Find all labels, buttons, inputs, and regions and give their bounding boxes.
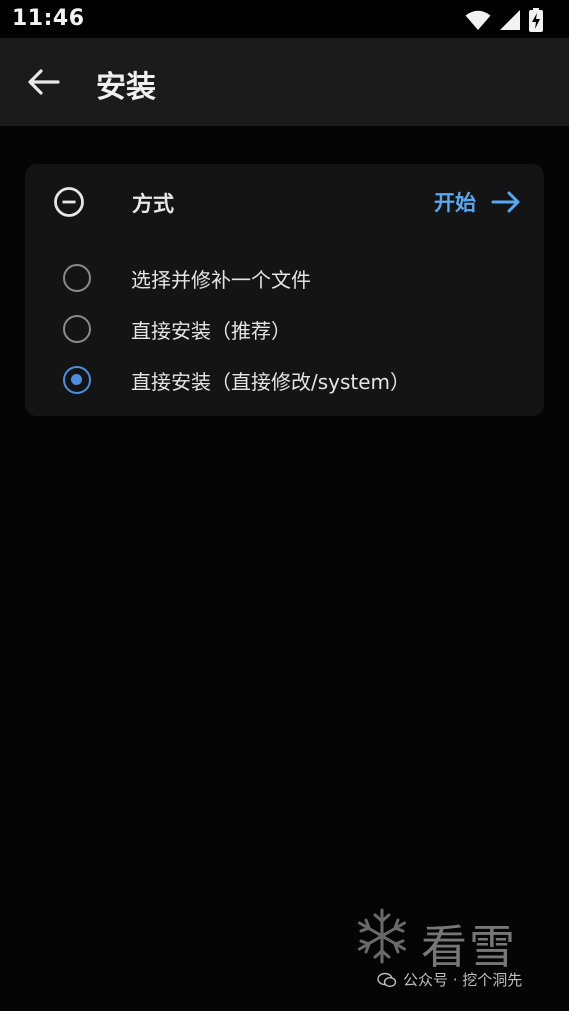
- watermark-caption-row: 公众号 · 挖个洞先: [377, 969, 522, 990]
- wifi-icon: [465, 10, 491, 30]
- status-icons: [465, 8, 543, 32]
- back-button[interactable]: [24, 64, 64, 100]
- option-direct-install-system[interactable]: 直接安装（直接修改/system）: [63, 360, 523, 400]
- snowflake-icon: [358, 908, 406, 964]
- app-bar: 安装: [0, 38, 569, 126]
- option-label: 直接安装（推荐）: [131, 318, 291, 343]
- install-method-card: 方式 开始 选择并修补一个文件 直接安装（推荐） 直接安装（直接修改/syste…: [25, 164, 544, 416]
- option-patch-file[interactable]: 选择并修补一个文件: [63, 258, 523, 298]
- signal-icon: [500, 10, 520, 30]
- status-bar: 11:46: [0, 0, 569, 38]
- arrow-left-icon: [28, 69, 60, 95]
- start-label: 开始: [434, 191, 476, 215]
- arrow-right-icon: [491, 191, 520, 213]
- status-time: 11:46: [12, 6, 85, 31]
- page-title: 安装: [96, 70, 156, 105]
- radio-button[interactable]: [63, 315, 91, 343]
- minus-circle-icon: [54, 187, 84, 217]
- radio-button-selected[interactable]: [63, 366, 91, 394]
- option-label: 选择并修补一个文件: [131, 267, 311, 292]
- watermark-caption: 公众号 · 挖个洞先: [403, 971, 523, 989]
- option-direct-install[interactable]: 直接安装（推荐）: [63, 309, 523, 349]
- watermark: 看雪 公众号 · 挖个洞先: [351, 907, 551, 997]
- radio-button[interactable]: [63, 264, 91, 292]
- wechat-icon: [377, 972, 397, 987]
- card-title: 方式: [132, 192, 174, 216]
- option-label: 直接安装（直接修改/system）: [131, 369, 411, 394]
- battery-charging-icon: [529, 8, 543, 32]
- collapse-button[interactable]: [53, 186, 85, 218]
- watermark-brand: 看雪: [421, 920, 517, 974]
- start-button[interactable]: 开始: [434, 184, 522, 220]
